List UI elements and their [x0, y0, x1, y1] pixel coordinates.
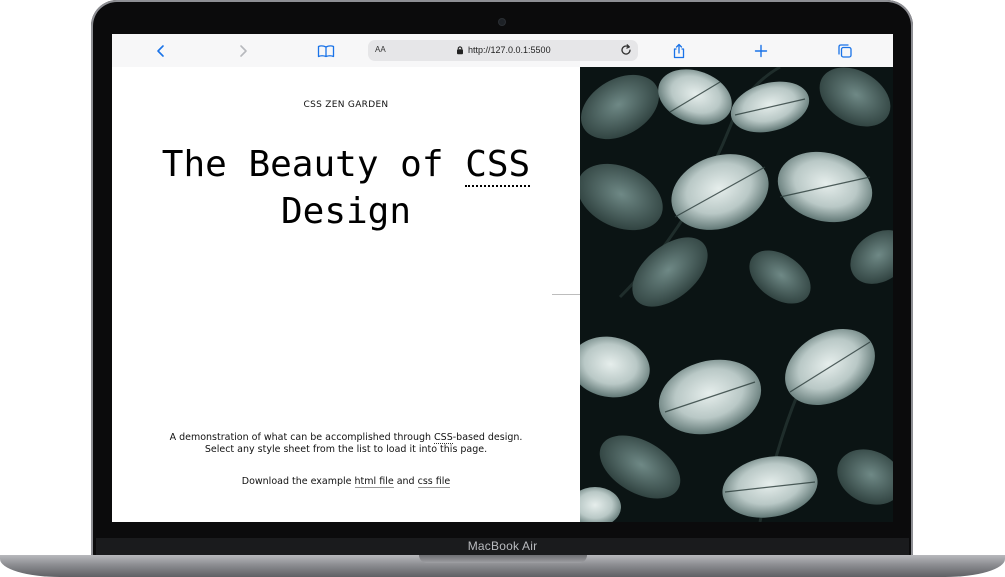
css-file-link[interactable]: css file — [417, 476, 451, 488]
browser-toolbar: AA http://127.0.0.1:5500 — [112, 34, 893, 68]
download-prefix: Download the example — [241, 476, 355, 487]
download-links: Download the example html file and css f… — [132, 476, 560, 488]
html-file-link[interactable]: html file — [354, 476, 394, 488]
share-icon[interactable] — [668, 40, 690, 62]
tabs-icon[interactable] — [834, 40, 856, 62]
page-title: The Beauty of CSS Design — [146, 141, 546, 235]
reload-icon[interactable] — [619, 43, 633, 59]
text-size-button[interactable]: AA — [375, 45, 386, 54]
intro-css-abbr: CSS — [434, 432, 453, 444]
lock-icon — [456, 45, 464, 57]
divider — [552, 294, 580, 295]
intro-line-1-start: A demonstration of what can be accomplis… — [169, 432, 435, 443]
forward-icon[interactable] — [232, 40, 254, 62]
intro-line-1-end: -based design. — [452, 432, 523, 443]
download-and: and — [393, 476, 418, 487]
bookmarks-icon[interactable] — [315, 40, 337, 62]
new-tab-icon[interactable] — [750, 40, 772, 62]
site-title: CSS ZEN GARDEN — [303, 100, 389, 110]
intro-line-1: A demonstration of what can be accomplis… — [132, 432, 560, 444]
page-content: CSS ZEN GARDEN The Beauty of CSS Design … — [112, 67, 580, 522]
intro-line-2: Select any style sheet from the list to … — [204, 444, 488, 455]
laptop-notch — [419, 555, 587, 563]
url-text: http://127.0.0.1:5500 — [468, 45, 551, 55]
camera — [499, 19, 505, 25]
title-css-abbr: CSS — [465, 144, 531, 187]
title-text-part2: Design — [280, 191, 412, 232]
back-icon[interactable] — [150, 40, 172, 62]
screen: AA http://127.0.0.1:5500 CSS ZEN GARDEN … — [112, 34, 893, 522]
title-text-part1: The Beauty of — [161, 144, 466, 185]
intro-text: A demonstration of what can be accomplis… — [132, 432, 560, 456]
model-label: MacBook Air — [467, 539, 538, 553]
hero-photo — [580, 67, 893, 522]
address-bar[interactable]: AA http://127.0.0.1:5500 — [368, 40, 638, 61]
